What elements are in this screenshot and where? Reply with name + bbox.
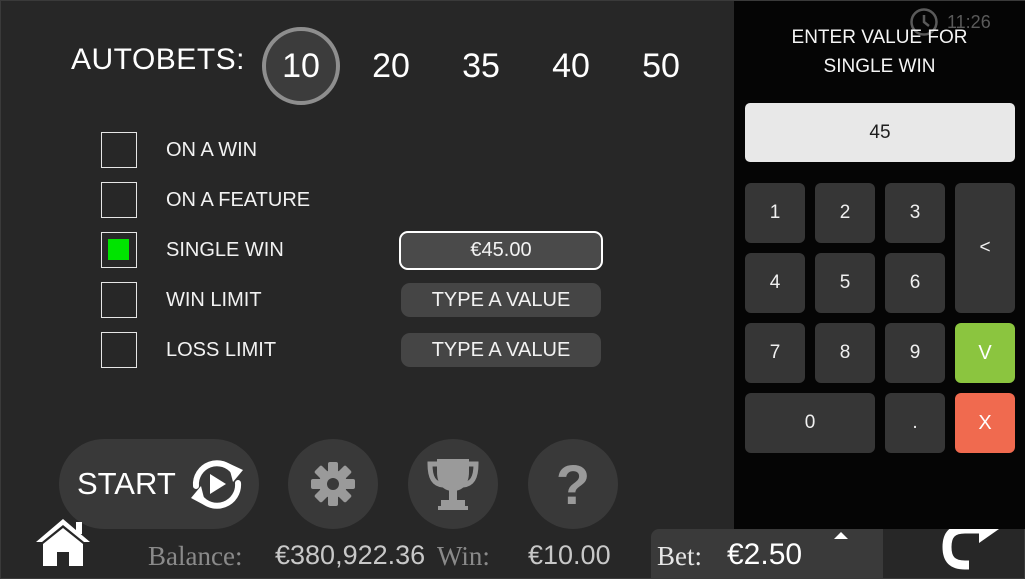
cancel-key[interactable]: X xyxy=(955,393,1015,453)
decimal-key[interactable]: . xyxy=(885,393,945,453)
key-4[interactable]: 4 xyxy=(745,253,805,313)
single-win-checkbox[interactable] xyxy=(101,232,137,268)
loss-limit-label: LOSS LIMIT xyxy=(166,339,277,361)
single-win-value-field[interactable]: €45.00 xyxy=(399,231,603,270)
keypad-title-line-2: SINGLE WIN xyxy=(823,56,936,77)
settings-button[interactable] xyxy=(288,439,378,529)
on-a-feature-checkbox[interactable] xyxy=(101,182,137,218)
key-2[interactable]: 2 xyxy=(815,183,875,243)
keypad-display: 45 xyxy=(745,103,1015,162)
paytable-button[interactable] xyxy=(408,439,498,529)
autoplay-screen: AUTOBETS: 10 20 35 40 50 ON A WIN ON A F… xyxy=(0,0,1025,579)
home-icon xyxy=(36,519,90,566)
help-button[interactable]: ? xyxy=(528,439,618,529)
autobet-option-35[interactable]: 35 xyxy=(442,27,520,105)
key-8[interactable]: 8 xyxy=(815,323,875,383)
home-button[interactable] xyxy=(34,516,92,568)
autobet-option-40[interactable]: 40 xyxy=(532,27,610,105)
loss-limit-checkbox[interactable] xyxy=(101,332,137,368)
bet-selector[interactable]: Bet: €2.50 xyxy=(651,529,883,579)
confirm-key[interactable]: V xyxy=(955,323,1015,383)
autobet-option-10[interactable]: 10 xyxy=(262,27,340,105)
win-limit-label: WIN LIMIT xyxy=(166,289,262,311)
bet-up-arrow-icon xyxy=(834,532,848,539)
on-a-feature-label: ON A FEATURE xyxy=(166,189,311,211)
autobets-label: AUTOBETS: xyxy=(71,43,245,76)
key-7[interactable]: 7 xyxy=(745,323,805,383)
autobet-option-20[interactable]: 20 xyxy=(352,27,430,105)
key-6[interactable]: 6 xyxy=(885,253,945,313)
single-win-label: SINGLE WIN xyxy=(166,239,284,261)
win-limit-value-field[interactable]: TYPE A VALUE xyxy=(401,283,601,317)
balance-label: Balance: xyxy=(148,541,243,571)
win-limit-checkbox[interactable] xyxy=(101,282,137,318)
balance-value: €380,922.36 xyxy=(275,540,426,570)
autobet-option-50[interactable]: 50 xyxy=(622,27,700,105)
gear-icon xyxy=(311,462,355,506)
trophy-icon xyxy=(427,459,479,510)
bet-value: €2.50 xyxy=(727,538,803,571)
bet-label: Bet: xyxy=(657,541,702,571)
autoplay-refresh-icon xyxy=(190,460,243,509)
on-a-win-label: ON A WIN xyxy=(166,139,258,161)
on-a-win-checkbox[interactable] xyxy=(101,132,137,168)
loss-limit-value-field[interactable]: TYPE A VALUE xyxy=(401,333,601,367)
backspace-key[interactable]: < xyxy=(955,183,1015,313)
win-value: €10.00 xyxy=(528,540,611,570)
key-5[interactable]: 5 xyxy=(815,253,875,313)
win-label: Win: xyxy=(437,541,490,571)
key-1[interactable]: 1 xyxy=(745,183,805,243)
key-0[interactable]: 0 xyxy=(745,393,875,453)
key-3[interactable]: 3 xyxy=(885,183,945,243)
key-9[interactable]: 9 xyxy=(885,323,945,383)
keypad-title-line-1: ENTER VALUE FOR xyxy=(791,27,968,48)
start-label: START xyxy=(77,466,176,501)
keypad-title: ENTER VALUE FOR SINGLE WIN xyxy=(734,23,1025,81)
